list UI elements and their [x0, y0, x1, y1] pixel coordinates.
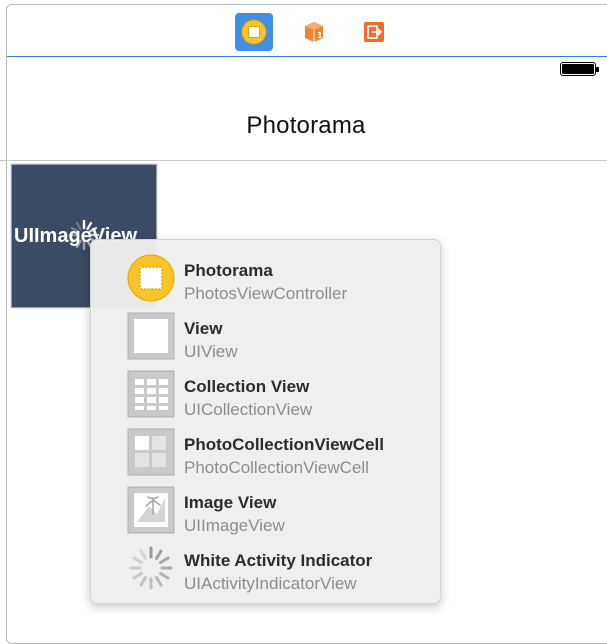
- popup-item-view[interactable]: View UIView: [91, 306, 440, 361]
- popup-item-subtitle: UICollectionView: [184, 400, 313, 419]
- popup-item-white-activity-indicator[interactable]: White Activity Indicator UIActivityIndic…: [91, 538, 440, 593]
- popup-item-image-view[interactable]: Image View UIImageView: [91, 480, 440, 535]
- dock-view-controller-button[interactable]: [235, 13, 273, 51]
- popup-item-photo-collection-view-cell[interactable]: PhotoCollectionViewCell PhotoCollectionV…: [91, 422, 440, 477]
- popup-item-subtitle: UIImageView: [184, 516, 285, 535]
- popup-item-photorama[interactable]: Photorama PhotosViewController: [91, 248, 440, 303]
- dock-first-responder-button[interactable]: 1: [295, 13, 333, 51]
- image-view-icon: [127, 486, 175, 534]
- popup-item-title: Collection View: [184, 377, 310, 396]
- popup-item-subtitle: UIActivityIndicatorView: [184, 574, 357, 593]
- popup-item-title: View: [184, 319, 223, 338]
- activity-indicator-icon: [127, 544, 175, 592]
- popup-item-title: Image View: [184, 493, 277, 512]
- popup-item-collection-view[interactable]: Collection View UICollectionView: [91, 364, 440, 419]
- object-hierarchy-popup: Photorama PhotosViewController View UIVi…: [90, 239, 441, 604]
- dock-exit-button[interactable]: [355, 13, 393, 51]
- view-controller-icon: [127, 254, 175, 302]
- scene-dock: 1: [7, 5, 607, 57]
- collection-view-icon: [127, 370, 175, 418]
- popup-item-title: PhotoCollectionViewCell: [184, 435, 384, 454]
- popup-item-subtitle: PhotosViewController: [184, 284, 348, 303]
- exit-icon: [364, 22, 384, 42]
- view-controller-icon: [241, 19, 267, 45]
- nav-title: Photorama: [246, 112, 366, 139]
- popup-item-title: Photorama: [184, 261, 273, 280]
- popup-item-subtitle: PhotoCollectionViewCell: [184, 458, 369, 477]
- popup-item-subtitle: UIView: [184, 342, 238, 361]
- svg-text:1: 1: [317, 31, 323, 40]
- first-responder-icon: 1: [305, 22, 323, 42]
- view-icon: [127, 312, 175, 360]
- navigation-bar[interactable]: Photorama: [0, 104, 607, 161]
- battery-icon: [560, 62, 599, 76]
- popup-item-title: White Activity Indicator: [184, 551, 373, 570]
- collection-cell-icon: [127, 428, 175, 476]
